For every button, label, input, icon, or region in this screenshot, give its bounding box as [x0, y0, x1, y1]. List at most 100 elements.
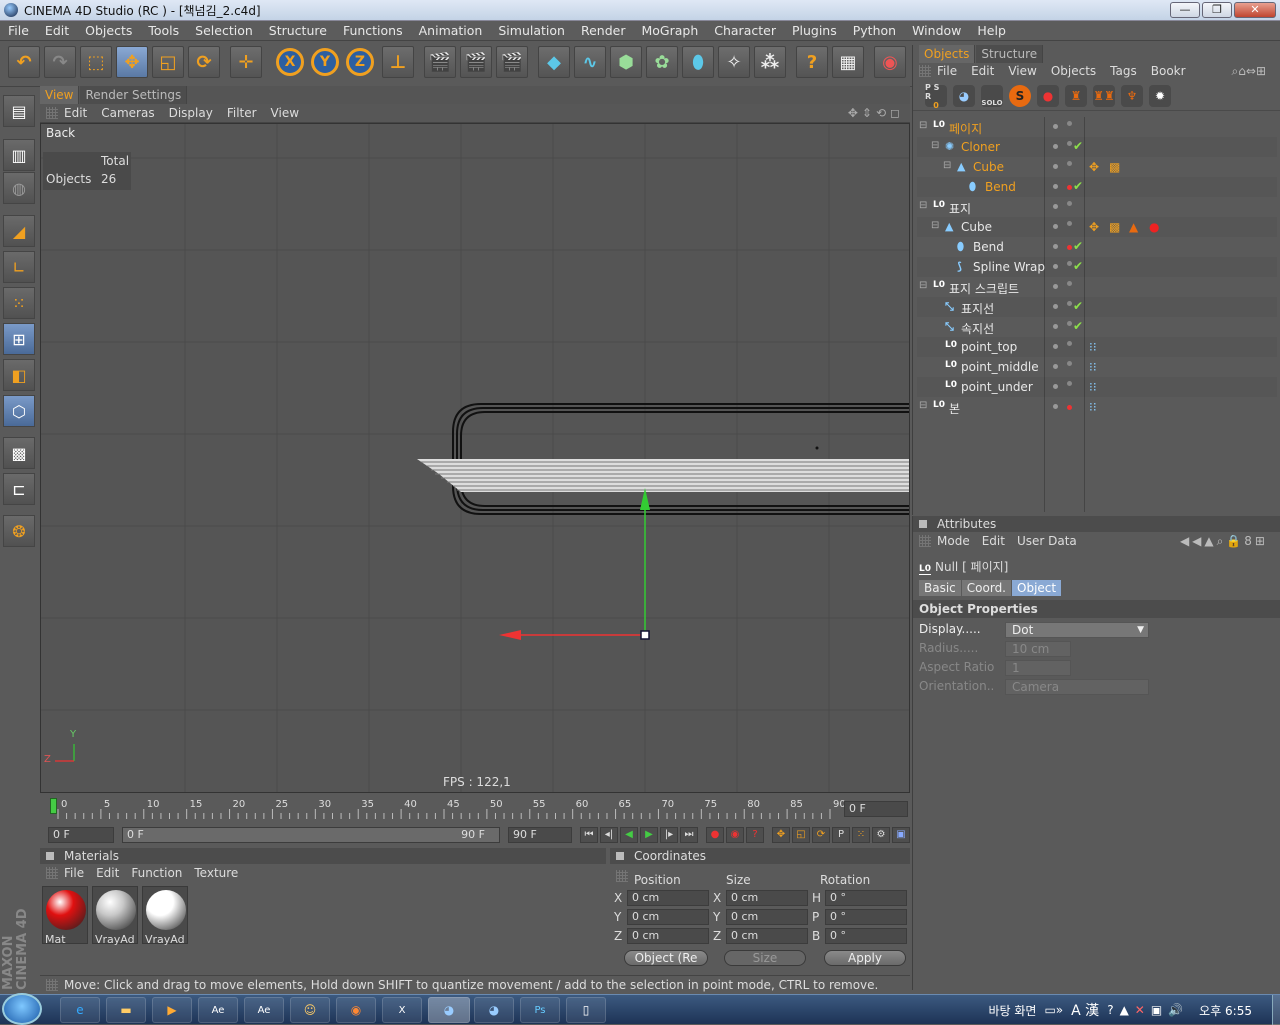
attributes-menu-edit[interactable]: Edit: [982, 534, 1005, 548]
make-editable-icon[interactable]: ◢: [3, 215, 35, 247]
object-row[interactable]: ⊟ ▲ Cube ✥ ▩ ▲ ●: [917, 217, 1277, 237]
network-status-icon[interactable]: ✕: [1135, 1003, 1145, 1017]
render-visibility-dot[interactable]: [1067, 341, 1072, 346]
object-row[interactable]: ⊟ L0 표지: [917, 197, 1277, 217]
interpolation-icon[interactable]: ⚙: [872, 827, 890, 843]
scene-globe-icon[interactable]: ◕: [953, 85, 975, 107]
character-rig-icon[interactable]: ♜: [1065, 85, 1087, 107]
expand-toggle-icon[interactable]: ⊟: [931, 140, 939, 151]
scene-environment-icon[interactable]: ✧: [718, 46, 750, 78]
messenger-taskbar-icon[interactable]: ☺: [290, 997, 330, 1023]
object-row[interactable]: ⤡ 속지선 ✔: [917, 317, 1277, 337]
object-name[interactable]: Bend: [985, 180, 1016, 194]
visibility-dot[interactable]: [1053, 284, 1058, 289]
objects-menu-bookmarks[interactable]: Bookr: [1151, 64, 1186, 78]
materials-menu-texture[interactable]: Texture: [194, 866, 238, 880]
end-frame-field[interactable]: 90 F: [508, 827, 572, 843]
object-tag-icon[interactable]: ●: [1149, 220, 1159, 234]
panel-menu-icon[interactable]: [616, 852, 624, 860]
object-name[interactable]: Spline Wrap: [973, 260, 1045, 274]
viewport-menu-view[interactable]: View: [271, 106, 299, 120]
media-player-taskbar-icon[interactable]: ▶: [152, 997, 192, 1023]
object-name[interactable]: Cloner: [961, 140, 1000, 154]
start-button[interactable]: [2, 993, 42, 1025]
object-name[interactable]: 본: [949, 400, 960, 417]
expand-toggle-icon[interactable]: ⊟: [919, 120, 927, 131]
material-item[interactable]: Mat: [42, 886, 88, 946]
menu-mograph[interactable]: MoGraph: [633, 23, 706, 38]
coordinate-mode-select[interactable]: Object (Re: [624, 950, 708, 966]
attributes-menu-user-data[interactable]: User Data: [1017, 534, 1077, 548]
render-picture-viewer-icon[interactable]: 🎬: [460, 46, 492, 78]
layout-icon[interactable]: ▤: [3, 95, 35, 127]
coordinate-value-field[interactable]: 0 cm: [627, 928, 709, 944]
expand-toggle-icon[interactable]: ⊟: [919, 280, 927, 291]
visibility-dot[interactable]: [1053, 304, 1058, 309]
render-visibility-dot[interactable]: [1067, 141, 1072, 146]
render-visibility-dot[interactable]: [1067, 381, 1072, 386]
visibility-dot[interactable]: [1053, 124, 1058, 129]
object-name[interactable]: 표지: [949, 200, 971, 217]
polygons-mode-icon[interactable]: ◧: [3, 359, 35, 391]
close-button[interactable]: ✕: [1234, 2, 1276, 18]
model-mode-icon[interactable]: ⬡: [3, 395, 35, 427]
menu-help[interactable]: Help: [969, 23, 1014, 38]
visibility-dot[interactable]: [1053, 164, 1058, 169]
menu-edit[interactable]: Edit: [37, 23, 77, 38]
script-manager-icon[interactable]: ▦: [832, 46, 864, 78]
aftereffects-taskbar-icon[interactable]: Ae: [198, 997, 238, 1023]
current-frame-field[interactable]: 0 F: [844, 801, 908, 817]
restore-button[interactable]: ❐: [1202, 2, 1232, 18]
viewport-menu-filter[interactable]: Filter: [227, 106, 257, 120]
tab-view[interactable]: View: [40, 86, 80, 104]
object-name[interactable]: 페이지: [949, 120, 982, 137]
material-item[interactable]: VrayAd: [92, 886, 138, 946]
visibility-dot[interactable]: [1053, 384, 1058, 389]
record-keys-icon[interactable]: ●: [706, 827, 724, 843]
scheme-icon[interactable]: ▣: [892, 827, 910, 843]
help-pointer-icon[interactable]: ?: [796, 46, 828, 78]
object-tag-icon[interactable]: ▩: [1109, 220, 1120, 234]
coordinate-system-icon[interactable]: ⊥: [382, 46, 414, 78]
aftereffects2-taskbar-icon[interactable]: Ae: [244, 997, 284, 1023]
visibility-dot[interactable]: [1053, 324, 1058, 329]
clock[interactable]: 오후 6:55: [1199, 1002, 1252, 1019]
redo-icon[interactable]: ↷: [44, 46, 76, 78]
scale-tool-icon[interactable]: ◱: [152, 46, 184, 78]
objects-menu-view[interactable]: View: [1008, 64, 1036, 78]
object-row[interactable]: ⤡ 표지선 ✔: [917, 297, 1277, 317]
object-name[interactable]: Cube: [961, 220, 992, 234]
tab-objects[interactable]: Objects: [919, 45, 976, 63]
material-item[interactable]: VrayAd: [142, 886, 188, 946]
menu-functions[interactable]: Functions: [335, 23, 411, 38]
object-row[interactable]: ⊟ L0 본 ⁝⁝: [917, 397, 1277, 417]
key-point-level-icon[interactable]: ⁙: [852, 827, 870, 843]
enabled-check-icon[interactable]: ✔: [1073, 239, 1083, 253]
enabled-check-icon[interactable]: ✔: [1073, 259, 1083, 273]
viewport-menu-cameras[interactable]: Cameras: [101, 106, 154, 120]
autokey-icon[interactable]: ◉: [726, 827, 744, 843]
key-position-icon[interactable]: ✥: [772, 827, 790, 843]
viewport-nav-icons[interactable]: ✥⇕⟲◻: [848, 106, 904, 120]
bend-deformer-icon[interactable]: ⬮: [682, 46, 714, 78]
visibility-dot[interactable]: [1053, 344, 1058, 349]
object-name[interactable]: Cube: [973, 160, 1004, 174]
viewport-menu-edit[interactable]: Edit: [64, 106, 87, 120]
notepad-taskbar-icon[interactable]: ▯: [566, 997, 606, 1023]
photoshop-taskbar-icon[interactable]: Ps: [520, 997, 560, 1023]
folder-icon[interactable]: ▭»: [1044, 1003, 1063, 1017]
render-visibility-dot[interactable]: [1067, 161, 1072, 166]
visibility-dot[interactable]: [1053, 364, 1058, 369]
expand-toggle-icon[interactable]: ⊟: [919, 200, 927, 211]
frame-range-slider[interactable]: 0 F 90 F: [122, 827, 500, 843]
expand-toggle-icon[interactable]: ⊟: [943, 160, 951, 171]
object-tag-icon[interactable]: ▲: [1129, 220, 1138, 234]
aspect-ratio-field[interactable]: 1: [1005, 660, 1071, 676]
go-to-start-icon[interactable]: ⏮: [580, 827, 598, 843]
menu-python[interactable]: Python: [845, 23, 904, 38]
object-tag-icon[interactable]: ⁝⁝: [1089, 340, 1097, 354]
render-visibility-dot[interactable]: [1067, 361, 1072, 366]
sculpt-icon[interactable]: ◍: [3, 172, 35, 204]
object-row[interactable]: L0 point_top ⁝⁝: [917, 337, 1277, 357]
live-selection-icon[interactable]: ✛: [230, 46, 262, 78]
